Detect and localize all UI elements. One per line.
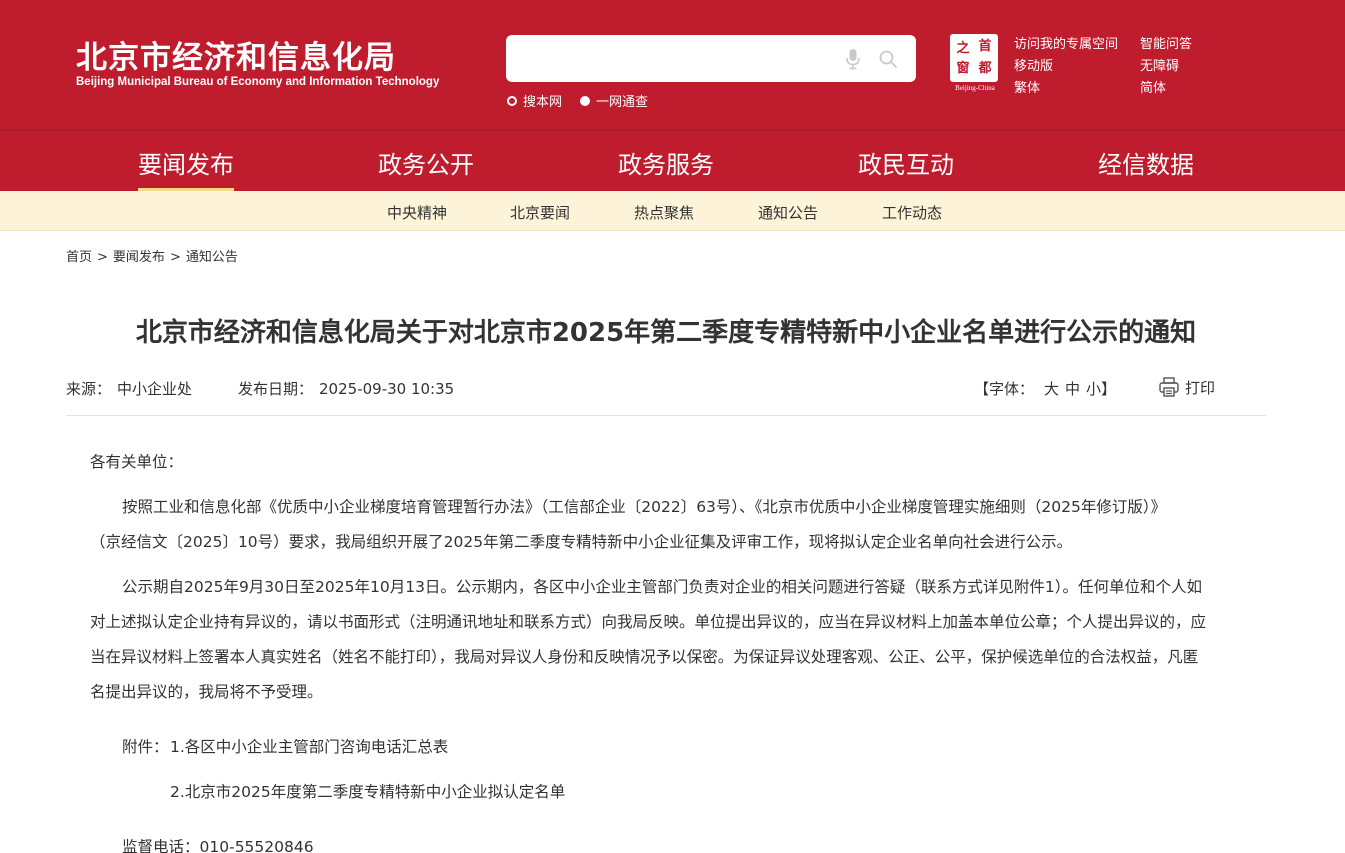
site-logo-en: Beijing Municipal Bureau of Economy and …: [76, 76, 440, 88]
attachment-link-1[interactable]: 1.各区中小企业主管部门咨询电话汇总表: [170, 735, 448, 757]
phone-label: 监督电话：: [122, 838, 200, 853]
supervision-phone: 监督电话：010-55520846: [122, 835, 314, 853]
nav-item-interaction[interactable]: 政民互动: [858, 145, 954, 180]
attachments-label: 附件：: [122, 738, 169, 756]
link-simplified[interactable]: 简体: [1140, 77, 1166, 96]
seal-box: 之 首 窗 都: [950, 34, 998, 82]
font-size-label: 【字体：: [974, 380, 1035, 398]
sub-nav: 中央精神 北京要闻 热点聚焦 通知公告 工作动态: [0, 191, 1345, 231]
seal-char: 首: [978, 39, 992, 54]
font-size-medium[interactable]: 中: [1065, 378, 1080, 399]
radio-checked-icon: [580, 95, 590, 106]
article-paragraph-line: （京经信文〔2025〕10号）要求，我局组织开展了2025年第二季度专精特新中小…: [90, 533, 1073, 551]
article-paragraph-line: 名提出异议的，我局将不予受理。: [90, 683, 323, 701]
article-title: 北京市经济和信息化局关于对北京市2025年第二季度专精特新中小企业名单进行公示的…: [135, 318, 1197, 348]
attachment-link-2[interactable]: 2.北京市2025年度第二季度专精特新中小企业拟认定名单: [170, 780, 565, 802]
search-scope-all[interactable]: 一网通查: [580, 91, 648, 110]
source-value: 中小企业处: [117, 380, 193, 398]
link-traditional[interactable]: 繁体: [1014, 77, 1040, 96]
article-date: 发布日期： 2025-09-30 10:35: [238, 378, 454, 399]
search-scope-all-label: 一网通查: [596, 95, 649, 110]
article-paragraph-line: 当在异议材料上签署本人真实姓名（姓名不能打印），我局对异议人身份和反映情况予以保…: [90, 648, 1199, 666]
link-accessibility[interactable]: 无障碍: [1140, 55, 1179, 74]
article-paragraph-line: 按照工业和信息化部《优质中小企业梯度培育管理暂行办法》（工信部企业〔2022〕6…: [122, 498, 1167, 516]
breadcrumb-notices[interactable]: 通知公告: [186, 250, 238, 265]
subnav-item-work[interactable]: 工作动态: [882, 202, 942, 223]
subnav-item-central[interactable]: 中央精神: [387, 202, 447, 223]
radio-unchecked-icon: [507, 95, 517, 106]
search-input[interactable]: [520, 45, 820, 72]
font-size-close: 】: [1101, 380, 1117, 398]
nav-item-data[interactable]: 经信数据: [1098, 145, 1194, 180]
nav-item-gov-affairs[interactable]: 政务公开: [378, 145, 474, 180]
nav-item-news[interactable]: 要闻发布: [138, 145, 234, 180]
seal-caption: Beijing-China: [955, 84, 995, 92]
magnifier-icon[interactable]: [878, 49, 898, 69]
seal-char: 之: [956, 41, 970, 56]
font-size-large[interactable]: 大: [1044, 378, 1059, 399]
breadcrumb-home[interactable]: 首页: [66, 250, 92, 265]
printer-icon: [1159, 377, 1179, 397]
print-button[interactable]: 打印: [1158, 376, 1215, 398]
breadcrumb-separator: >: [97, 250, 108, 265]
search-scope-site-label: 搜本网: [523, 95, 563, 110]
font-size-switcher: 【字体： 大中小】: [974, 378, 1116, 399]
breadcrumb-separator: >: [169, 250, 181, 265]
phone-value: 010-55520846: [199, 838, 314, 853]
article-paragraph-line: 公示期自2025年9月30日至2025年10月13日。公示期内，各区中小企业主管…: [122, 578, 1203, 596]
seal-char: 都: [978, 61, 992, 76]
site-header: 北京市经济和信息化局 Beijing Municipal Bureau of E…: [0, 0, 1345, 130]
link-smart-qa[interactable]: 智能问答: [1140, 33, 1192, 52]
link-mobile[interactable]: 移动版: [1014, 55, 1053, 74]
article-source: 来源： 中小企业处: [66, 378, 192, 399]
print-label: 打印: [1185, 378, 1216, 397]
link-personal-space[interactable]: 访问我的专属空间: [1014, 33, 1118, 52]
breadcrumb: 首页 > 要闻发布 > 通知公告: [66, 246, 238, 265]
subnav-item-hot[interactable]: 热点聚焦: [634, 202, 694, 223]
microphone-icon[interactable]: [845, 48, 861, 70]
capital-window-logo[interactable]: 之 首 窗 都 Beijing-China: [948, 34, 1000, 92]
date-label: 发布日期：: [238, 380, 314, 398]
search-box[interactable]: [506, 35, 916, 82]
seal-char: 窗: [956, 61, 970, 76]
subnav-item-notices[interactable]: 通知公告: [758, 202, 818, 223]
article-paragraph-line: 对上述拟认定企业持有异议的，请以书面形式（注明通讯地址和联系方式）向我局反映。单…: [90, 613, 1207, 631]
date-value: 2025-09-30 10:35: [319, 380, 455, 398]
breadcrumb-news[interactable]: 要闻发布: [113, 250, 165, 265]
meta-divider: [66, 415, 1266, 416]
article-salutation: 各有关单位：: [90, 453, 184, 471]
search-scope-site[interactable]: 搜本网: [507, 91, 562, 110]
subnav-item-beijing-news[interactable]: 北京要闻: [510, 202, 570, 223]
source-label: 来源：: [66, 380, 112, 398]
site-logo-cn[interactable]: 北京市经济和信息化局: [76, 32, 396, 77]
font-size-small[interactable]: 小: [1086, 378, 1101, 399]
main-nav: 要闻发布 政务公开 政务服务 政民互动 经信数据: [0, 130, 1345, 191]
nav-item-services[interactable]: 政务服务: [618, 145, 714, 180]
